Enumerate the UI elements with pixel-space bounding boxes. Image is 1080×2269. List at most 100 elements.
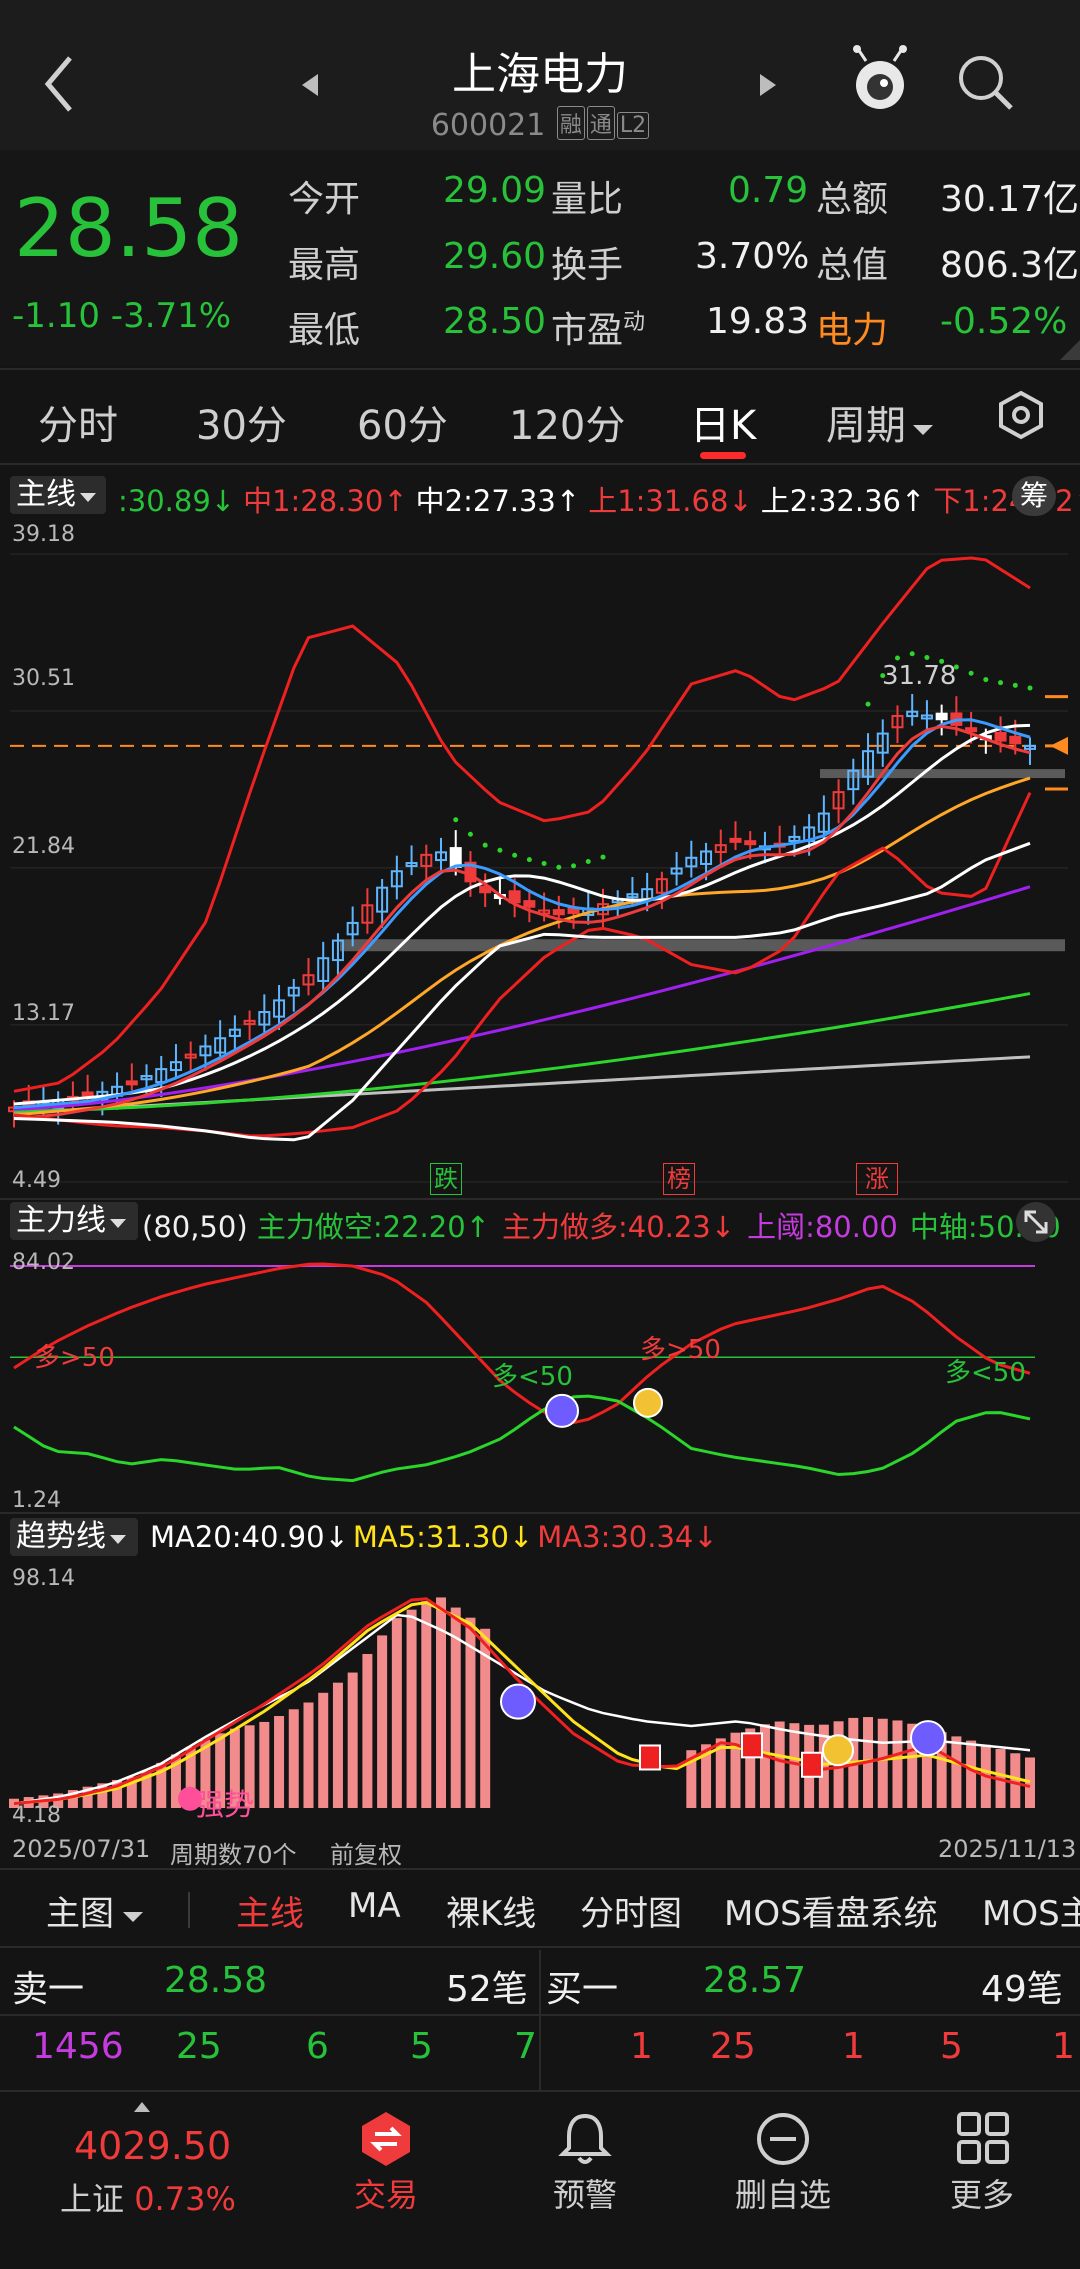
amount-value: 30.17亿 [940, 179, 1080, 220]
sub2-indicator-selector[interactable]: 趋势线 [10, 1518, 138, 1556]
expand-up-icon[interactable] [132, 2100, 152, 2114]
pe-dynamic-sup: 动 [623, 310, 646, 335]
nav-remove-watchlist[interactable]: 删自选 [703, 2170, 863, 2216]
remove-watch-icon-wrap[interactable] [754, 2110, 812, 2172]
main-chart-dropdown[interactable]: 主图 [46, 1886, 146, 1935]
event-tag-drop[interactable]: 跌 [430, 1163, 462, 1195]
candle-body [965, 727, 978, 733]
divider [0, 1946, 1080, 1948]
histogram-bar [966, 1740, 977, 1808]
histogram-bar [421, 1601, 432, 1808]
tab-daily-k[interactable]: 日K [690, 393, 756, 451]
toolbar-item-main-line[interactable]: 主线 [236, 1886, 304, 1935]
histogram-bar [406, 1609, 417, 1808]
indicator-value: 主力做空:22.20↑ [256, 1210, 490, 1244]
sector-link[interactable]: 电力 [816, 301, 888, 353]
tab-intraday[interactable]: 分时 [38, 393, 118, 451]
histogram-bar [877, 1718, 888, 1808]
histogram-bar [274, 1716, 285, 1808]
main-indicator-values: :30.89↓ 中1:28.30↑ 中2:27.33↑ 上1:31.68↓ 上2:32.… [118, 478, 1080, 520]
toolbar-item-mos-main[interactable]: MOS主 [982, 1886, 1080, 1935]
more-icon-wrap[interactable] [955, 2110, 1011, 2170]
indicator-value: 中1:28.30↑ [243, 484, 408, 518]
chart-settings-button[interactable] [996, 390, 1046, 444]
toolbar-divider [188, 1892, 190, 1928]
high-value: 29.60 [443, 236, 547, 277]
tab-30min[interactable]: 30分 [196, 393, 287, 451]
pe-label-text: 市盈 [551, 310, 624, 351]
buy-queue-item: 25 [710, 2026, 756, 2067]
turnover-label: 换手 [551, 245, 624, 286]
open-label: 今开 [288, 179, 361, 220]
tab-120min[interactable]: 120分 [509, 393, 625, 451]
sad-face-icon [910, 1720, 946, 1757]
sub1-y-tick-bottom: 1.24 [12, 1488, 61, 1513]
assistant-mascot-button[interactable] [848, 45, 912, 119]
strong-trend-label: 强势 [194, 1788, 254, 1823]
histogram-bar [288, 1709, 299, 1808]
connect-tag: 通 [586, 106, 615, 140]
sub1-params: (80,50) [142, 1210, 248, 1244]
high-label: 最高 [288, 245, 361, 286]
stock-code: 600021 [430, 108, 546, 143]
event-tag-rise[interactable]: 涨 [856, 1163, 898, 1195]
indicator-value: :30.89↓ [118, 484, 236, 518]
corner-fold-icon [1060, 340, 1080, 360]
stock-code-line: 600021 融通 L2 [0, 106, 1080, 143]
main-indicator-selector[interactable]: 主线 [10, 476, 106, 514]
nav-trade[interactable]: 交易 [306, 2170, 466, 2216]
dotted-signal [600, 854, 606, 860]
toolbar-item-mos-system[interactable]: MOS看盘系统 [724, 1886, 938, 1935]
y-tick-4: 13.17 [12, 1001, 75, 1026]
dropdown-triangle-icon [80, 493, 96, 502]
sector-change: -0.52% [940, 301, 1068, 342]
y-tick-top: 39.18 [12, 522, 75, 547]
indicator-value: 中2:27.33↑ [415, 484, 581, 518]
alert-icon-wrap[interactable] [557, 2110, 613, 2172]
period-count: 周期数70个 [170, 1841, 297, 1869]
index-value[interactable]: 4029.50 [74, 2124, 231, 2168]
index-percent: 0.73% [134, 2180, 236, 2218]
sell-one-count: 52笔 [446, 1969, 528, 2010]
divider [0, 1868, 1080, 1870]
sell-queue-item: 7 [514, 2026, 537, 2067]
expand-button[interactable] [1016, 1202, 1056, 1242]
dropdown-triangle-icon [110, 1535, 126, 1544]
tab-60min[interactable]: 60分 [357, 393, 448, 451]
active-tab-indicator [700, 452, 746, 459]
search-button[interactable] [955, 52, 1017, 118]
sub1-values-list: 主力做空:22.20↑ 主力做多:40.23↓ 上阈:80.00 中轴:50.00 [257, 1210, 1073, 1244]
dotted-signal [556, 864, 562, 870]
chip-distribution-button[interactable]: 筹 [1012, 476, 1056, 516]
dropdown-triangle-icon [123, 1912, 143, 1922]
buy-one-price: 28.57 [703, 1960, 807, 2001]
nav-alert[interactable]: 预警 [505, 2170, 665, 2216]
adjust-mode[interactable]: 前复权 [330, 1835, 402, 1870]
index-name[interactable]: 上证 0.73% [60, 2174, 236, 2220]
candlestick-chart[interactable] [0, 518, 1080, 1198]
histogram-bar [774, 1721, 785, 1808]
candle-body [729, 837, 742, 843]
divider [0, 1512, 1080, 1514]
main-long-line [13, 1262, 1031, 1425]
histogram-bar [303, 1702, 314, 1808]
toolbar-item-bare-k[interactable]: 裸K线 [446, 1886, 536, 1935]
trend-histogram-chart[interactable] [0, 1558, 1080, 1828]
toolbar-item-intraday[interactable]: 分时图 [580, 1886, 682, 1935]
sell-one-price: 28.58 [164, 1960, 268, 2001]
change-value: -1.10 [12, 296, 100, 336]
volume-ratio-label: 量比 [551, 179, 624, 220]
expand-icon [1024, 1210, 1048, 1234]
event-tag-list[interactable]: 榜 [663, 1163, 695, 1195]
buy-signal-icon [801, 1751, 823, 1778]
sub1-indicator-selector[interactable]: 主力线 [10, 1202, 138, 1240]
sub2-y-tick-top: 98.14 [12, 1566, 75, 1591]
annotation-below-50: 多<50 [945, 1358, 1026, 1388]
nav-more[interactable]: 更多 [902, 2170, 1062, 2216]
low-value: 28.50 [443, 301, 547, 342]
tab-period-dropdown[interactable]: 周期 [826, 393, 936, 451]
trade-icon-wrap[interactable] [357, 2110, 415, 2172]
indicator-value: 上2:32.36↑ [760, 484, 926, 518]
toolbar-item-ma[interactable]: MA [348, 1886, 401, 1926]
bell-icon [558, 2113, 612, 2164]
